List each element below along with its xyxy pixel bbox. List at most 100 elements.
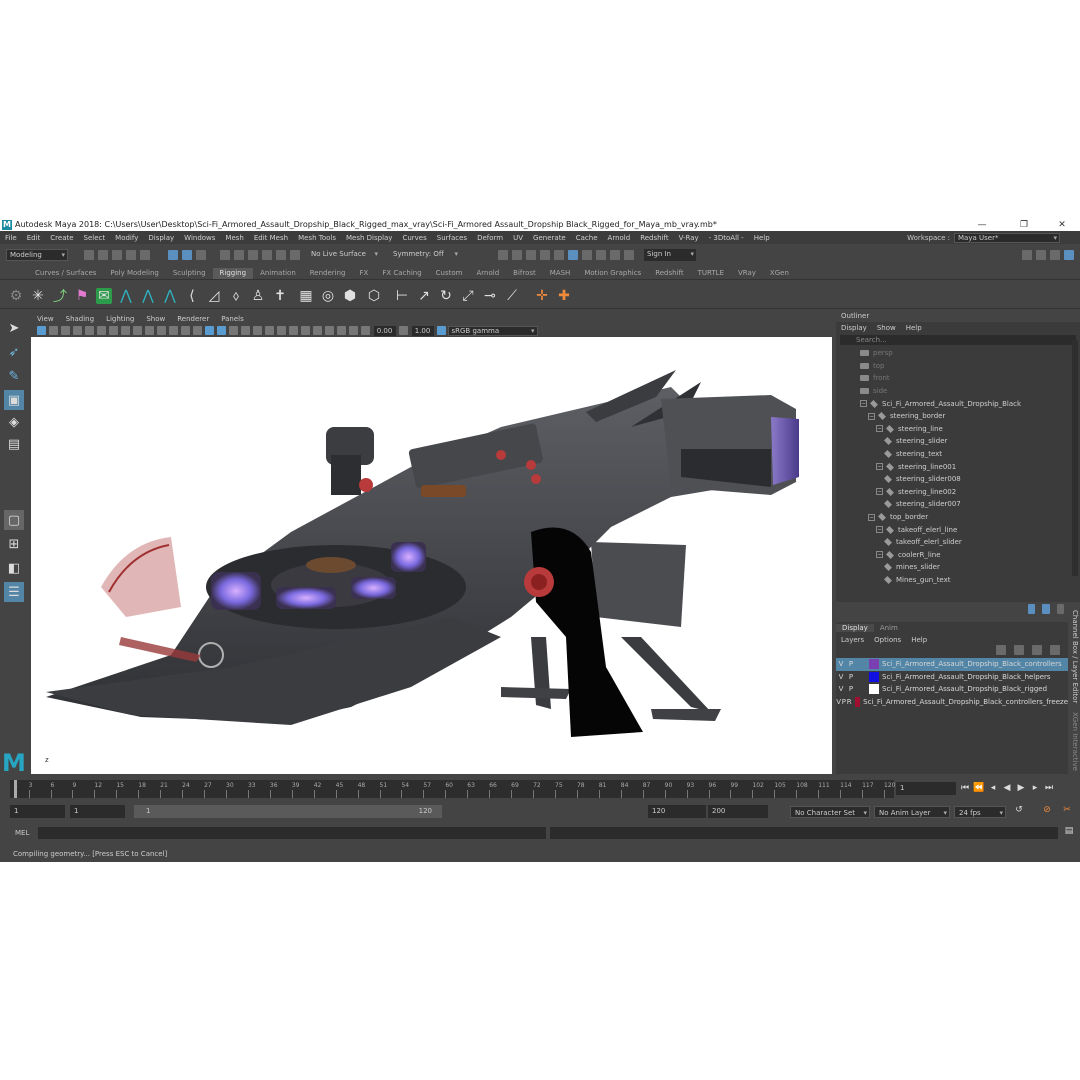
outliner-item[interactable]: persp [836, 347, 1080, 360]
undo-icon[interactable] [126, 250, 136, 260]
shelf-tab-rendering[interactable]: Rendering [303, 268, 353, 279]
menu-select[interactable]: Select [79, 234, 111, 242]
channel-box-side-tab[interactable]: Channel Box / Layer Editor [1071, 610, 1079, 703]
step-back-frame-icon[interactable]: ◂ [986, 783, 1000, 793]
expand-toggle-icon[interactable]: − [876, 463, 883, 471]
time-ruler[interactable]: 1369121518212427303336394245485154576063… [10, 780, 895, 798]
vray-vfb-icon[interactable] [610, 250, 620, 260]
rigid-skin-icon[interactable]: ⋀ [162, 288, 178, 304]
step-forward-frame-icon[interactable]: ▸ [1028, 783, 1042, 793]
menu-mesh-tools[interactable]: Mesh Tools [293, 234, 341, 242]
wireframe-on-shaded-icon[interactable] [229, 326, 238, 335]
outliner-item[interactable]: top [836, 360, 1080, 373]
gamma-field[interactable]: 1.00 [411, 325, 434, 336]
channel-box-icon[interactable] [1064, 250, 1074, 260]
paint-select-icon[interactable]: ✎ [4, 366, 24, 386]
viewport-menu-panels[interactable]: Panels [215, 315, 250, 323]
gamma-icon[interactable] [399, 326, 408, 335]
maximize-icon[interactable]: ❐ [1010, 218, 1038, 231]
move-layer-down-icon[interactable] [1014, 645, 1024, 655]
xray-joints-icon[interactable] [349, 326, 358, 335]
outliner-item[interactable]: − top_border [836, 511, 1080, 524]
new-scene-icon[interactable] [84, 250, 94, 260]
script-editor-icon[interactable]: ▤ [1062, 826, 1076, 836]
color-space-dropdown[interactable]: sRGB gamma [447, 325, 538, 336]
skeleton-icon[interactable]: ✝ [272, 288, 288, 304]
outliner-item[interactable]: − coolerR_line [836, 549, 1080, 562]
menuset-dropdown[interactable]: Modeling [6, 249, 68, 261]
layer-color-swatch[interactable] [869, 684, 879, 695]
layer-color-swatch[interactable] [869, 671, 879, 682]
viewport-menu-shading[interactable]: Shading [60, 315, 100, 323]
shelf-tab-bifrost[interactable]: Bifrost [506, 268, 543, 279]
resolution-gate-icon[interactable] [133, 326, 142, 335]
exposure-icon[interactable] [361, 326, 370, 335]
ik-handle-icon[interactable]: ⤴ [52, 288, 68, 305]
viewport-menu-renderer[interactable]: Renderer [171, 315, 215, 323]
playback-start-field[interactable]: 1 [70, 805, 125, 818]
shelf-tab-rigging[interactable]: Rigging [212, 268, 254, 279]
outliner-item[interactable]: side [836, 385, 1080, 398]
outliner-item[interactable]: steering_slider008 [836, 473, 1080, 486]
character-set-dropdown[interactable]: No Character Set [790, 806, 870, 820]
custom-tool-b-icon[interactable]: ✚ [556, 288, 572, 304]
film-gate-icon[interactable] [121, 326, 130, 335]
scale-tool-icon[interactable]: ▤ [4, 434, 24, 454]
menu-arnold[interactable]: Arnold [603, 234, 636, 242]
menu-deform[interactable]: Deform [472, 234, 508, 242]
playback-toggle[interactable]: P [846, 660, 856, 668]
pause-render-icon[interactable] [624, 250, 634, 260]
layer-menu-help[interactable]: Help [906, 636, 932, 644]
new-layer-selected-icon[interactable] [1050, 645, 1060, 655]
outliner-item[interactable]: takeoff_elerl_slider [836, 536, 1080, 549]
menu-mesh-display[interactable]: Mesh Display [341, 234, 397, 242]
playback-toggle[interactable]: P [846, 673, 856, 681]
expand-toggle-icon[interactable]: − [860, 400, 867, 408]
menu-mesh[interactable]: Mesh [220, 234, 248, 242]
redshift-render-icon[interactable] [582, 250, 592, 260]
select-object-icon[interactable] [182, 250, 192, 260]
depth-of-field-icon[interactable] [313, 326, 322, 335]
grease-pencil-icon[interactable] [97, 326, 106, 335]
viewport-menu-show[interactable]: Show [140, 315, 171, 323]
render-frame-icon[interactable] [498, 250, 508, 260]
go-to-start-icon[interactable]: ⏮ [958, 783, 972, 793]
visibility-toggle[interactable]: V [836, 685, 846, 693]
viewport-3d[interactable]: z [31, 337, 832, 774]
scale-constraint-icon[interactable]: ⤢ [460, 288, 476, 304]
minimize-icon[interactable]: — [968, 218, 996, 231]
close-icon[interactable]: ✕ [1048, 218, 1076, 231]
shelf-tab-xgen[interactable]: XGen [763, 268, 796, 279]
attribute-editor-icon[interactable] [1036, 250, 1046, 260]
menu-file[interactable]: File [0, 234, 22, 242]
outliner-item[interactable]: Mines_gun_text [836, 574, 1080, 587]
expand-toggle-icon[interactable]: − [868, 412, 875, 420]
time-slider[interactable]: 1369121518212427303336394245485154576063… [0, 778, 1080, 800]
vray-render-icon[interactable] [596, 250, 606, 260]
expand-toggle-icon[interactable]: − [876, 425, 883, 433]
menu-create[interactable]: Create [45, 234, 78, 242]
bind-skin-icon[interactable]: ✉ [96, 288, 112, 304]
select-component-icon[interactable] [196, 250, 206, 260]
outliner-item[interactable]: mines_slider [836, 561, 1080, 574]
expand-toggle-icon[interactable]: − [868, 513, 875, 521]
cluster-icon[interactable]: ◎ [320, 288, 336, 304]
command-input[interactable] [38, 827, 546, 839]
layer-tab-anim[interactable]: Anim [874, 624, 904, 632]
play-backwards-icon[interactable]: ◀ [1000, 783, 1014, 793]
paint-weights-icon[interactable]: ⋀ [118, 288, 134, 304]
outliner-item[interactable]: steering_slider007 [836, 498, 1080, 511]
new-empty-layer-icon[interactable] [1032, 645, 1042, 655]
outliner-search-input[interactable]: Search... [840, 335, 1076, 345]
range-bar[interactable]: 1 120 [134, 805, 442, 818]
expand-toggle-icon[interactable]: − [876, 526, 883, 534]
orient-constraint-icon[interactable]: ↻ [438, 288, 454, 304]
rotate-tool-icon[interactable]: ◈ [4, 412, 24, 432]
render-settings-icon[interactable] [540, 250, 550, 260]
two-view-icon[interactable]: ◧ [4, 558, 24, 578]
outliner-item[interactable]: steering_text [836, 448, 1080, 461]
orient-joint-icon[interactable]: ⟨ [184, 288, 200, 304]
ipr-render-icon[interactable] [526, 250, 536, 260]
outliner-item[interactable]: − Sci_Fi_Armored_Assault_Dropship_Black [836, 397, 1080, 410]
snap-live-icon[interactable] [290, 250, 300, 260]
